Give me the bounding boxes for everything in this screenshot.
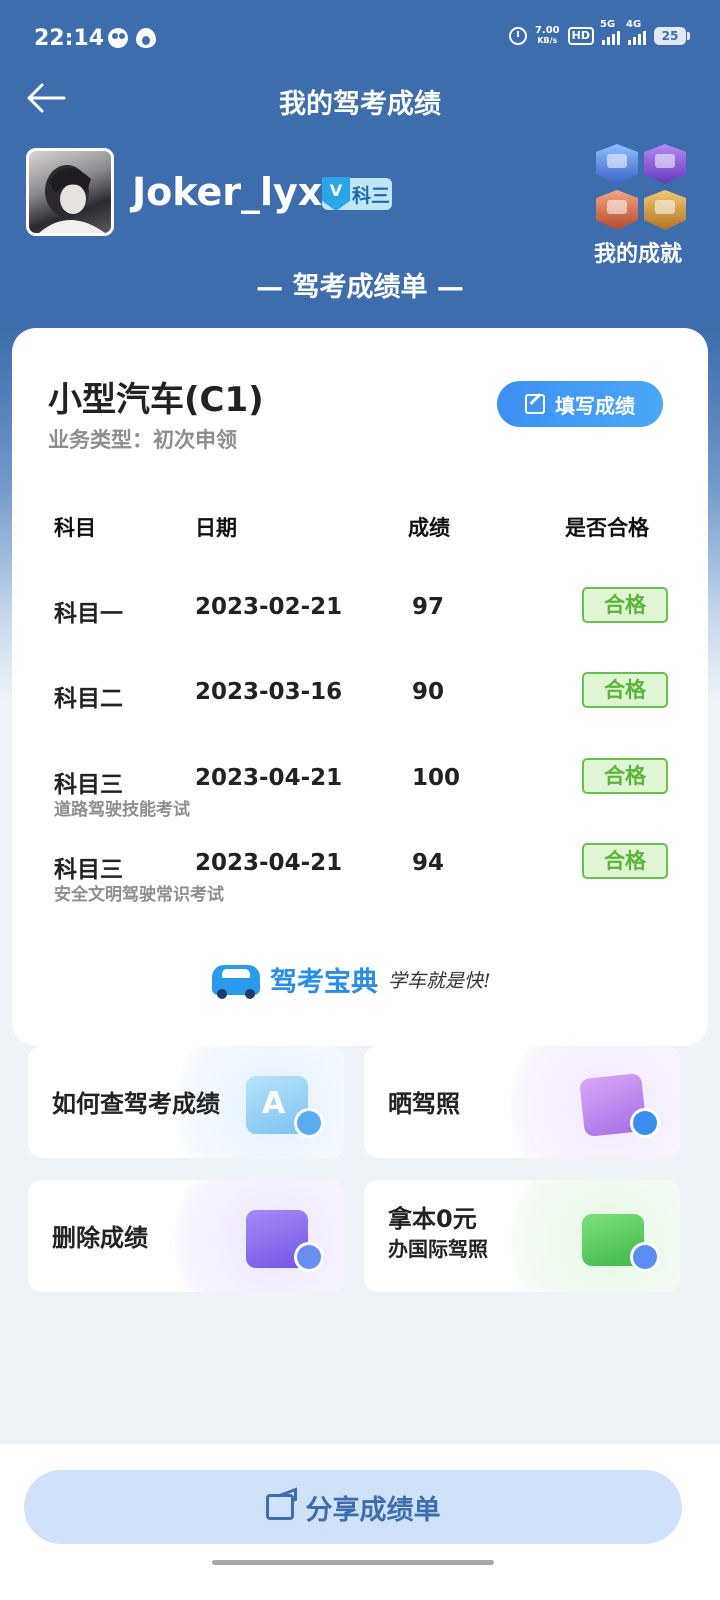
vip-v-icon: V (322, 177, 350, 211)
row-score: 100 (412, 765, 461, 791)
tile-label-line1: 拿本0元 (388, 1205, 477, 1233)
tile-label: 晒驾照 (388, 1090, 460, 1118)
license-globe-icon (582, 1206, 660, 1272)
edit-icon (525, 394, 545, 414)
alarm-icon (508, 27, 527, 45)
vehicle-type: 小型汽车(C1) (48, 380, 264, 420)
tile-label: 如何查驾考成绩 (52, 1090, 220, 1118)
tile-label: 拿本0元 办国际驾照 (388, 1204, 488, 1264)
medal-icon (596, 144, 638, 184)
fill-score-button[interactable]: 填写成绩 (497, 381, 663, 427)
page-title: 我的驾考成绩 (279, 89, 441, 120)
row-subtitle: 道路驾驶技能考试 (54, 800, 190, 820)
status-time: 22:14 (34, 26, 105, 51)
pass-badge: 合格 (582, 672, 668, 708)
hd-icon: HD (567, 27, 594, 45)
fill-score-label: 填写成绩 (555, 393, 635, 418)
signal-4g-label: 4G (626, 19, 642, 30)
header-pass: 是否合格 (565, 516, 649, 540)
row-score: 90 (412, 679, 445, 705)
avatar[interactable] (26, 148, 114, 236)
header-score: 成绩 (408, 516, 450, 540)
row-subject: 科目二 (54, 686, 123, 712)
wechat-notification-icon (108, 28, 128, 48)
medal-icon (644, 190, 686, 230)
magnifier-badge (294, 1108, 324, 1138)
app-notification-icon (136, 28, 156, 48)
signal-5g-icon: 5G (600, 19, 620, 45)
signal-4g-icon: 4G (626, 19, 646, 45)
tile-international-license[interactable]: 拿本0元 办国际驾照 (364, 1180, 680, 1292)
row-subject: 科目一 (54, 601, 123, 627)
row-date: 2023-02-21 (195, 594, 343, 620)
row-score: 94 (412, 850, 445, 876)
avatar-image (39, 165, 105, 233)
score-card: 小型汽车(C1) 业务类型：初次申领 填写成绩 科目 日期 成绩 是否合格 科目… (12, 328, 708, 1046)
achievements-button[interactable]: 我的成就 (594, 144, 688, 268)
level-badge-label: 科三 (352, 184, 391, 207)
table-row: 科目三 道路驾驶技能考试 2023-04-21 100 合格 (12, 758, 708, 845)
share-label: 分享成绩单 (305, 1494, 441, 1526)
section-title: — 驾考成绩单 — (256, 272, 464, 303)
letter-a-glyph: A (262, 1086, 286, 1121)
row-subject: 科目三 (54, 857, 123, 883)
medal-icon (596, 190, 638, 230)
globe-badge (630, 1242, 660, 1272)
medal-grid (596, 144, 688, 230)
network-speed-unit: KB/s (537, 36, 558, 45)
tile-label: 删除成绩 (52, 1224, 148, 1252)
tile-show-license[interactable]: 晒驾照 (364, 1046, 680, 1158)
battery-icon: 25 (654, 27, 690, 45)
search-document-icon: A (246, 1072, 324, 1138)
level-badge: V 科三 (322, 177, 392, 211)
status-indicators: 7.00 KB/s HD 5G 4G 25 (508, 19, 690, 46)
signal-5g-label: 5G (600, 19, 616, 30)
brand-name: 驾考宝典 (270, 967, 378, 998)
network-speed-value: 7.00 (534, 25, 560, 36)
row-date: 2023-04-21 (195, 850, 343, 876)
header-date: 日期 (195, 516, 237, 540)
share-score-button[interactable]: 分享成绩单 (24, 1470, 682, 1544)
business-type: 业务类型：初次申领 (48, 428, 237, 452)
table-row: 科目二 2023-03-16 90 合格 (12, 672, 708, 759)
brand-logo: 驾考宝典 学车就是快! (212, 960, 491, 999)
row-date: 2023-04-21 (195, 765, 343, 791)
medal-icon (644, 144, 686, 184)
table-row: 科目一 2023-02-21 97 合格 (12, 587, 708, 674)
status-bar: 22:14 7.00 KB/s HD 5G 4G 25 (0, 0, 720, 80)
achievements-label: 我的成就 (593, 242, 682, 267)
notification-icons (108, 28, 156, 48)
header-subject: 科目 (54, 516, 96, 540)
row-subject: 科目三 (54, 772, 123, 798)
brand-slogan: 学车就是快! (388, 970, 491, 992)
row-subtitle: 安全文明驾驶常识考试 (54, 885, 224, 905)
network-speed: 7.00 KB/s (535, 26, 560, 46)
pass-badge: 合格 (582, 843, 668, 879)
home-indicator[interactable] (212, 1560, 494, 1565)
tile-check-score[interactable]: 如何查驾考成绩 A (28, 1046, 344, 1158)
pass-badge: 合格 (582, 587, 668, 623)
delete-document-icon (246, 1206, 324, 1272)
share-icon (265, 1494, 294, 1520)
tile-label-line2: 办国际驾照 (388, 1237, 488, 1261)
row-date: 2023-03-16 (195, 679, 343, 705)
delete-badge (294, 1242, 324, 1272)
tile-delete-score[interactable]: 删除成绩 (28, 1180, 344, 1292)
camera-badge (630, 1108, 660, 1138)
row-score: 97 (412, 594, 445, 620)
username: Joker_lyx (132, 170, 323, 214)
pass-badge: 合格 (582, 758, 668, 794)
table-row: 科目三 安全文明驾驶常识考试 2023-04-21 94 合格 (12, 843, 708, 930)
photo-camera-icon (579, 1072, 660, 1138)
car-logo-icon (212, 964, 260, 999)
